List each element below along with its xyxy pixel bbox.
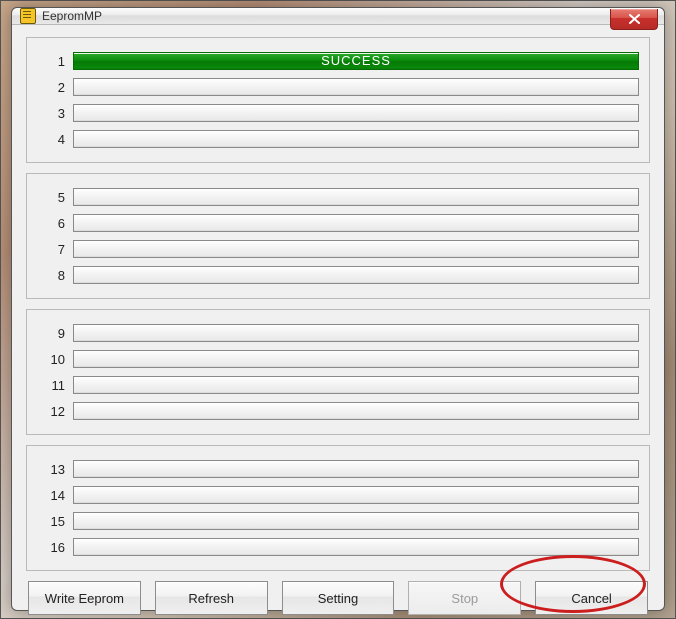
progress-bar bbox=[73, 266, 639, 284]
progress-bar bbox=[73, 538, 639, 556]
progress-bar bbox=[73, 214, 639, 232]
progress-bar bbox=[73, 188, 639, 206]
slot-number: 14 bbox=[37, 488, 73, 503]
slot-number: 13 bbox=[37, 462, 73, 477]
button-label: Write Eeprom bbox=[45, 591, 124, 606]
slot-row: 11 bbox=[37, 374, 639, 396]
button-label: Stop bbox=[451, 591, 478, 606]
slot-row: 9 bbox=[37, 322, 639, 344]
slot-row: 4 bbox=[37, 128, 639, 150]
client-area: 1SUCCESS2345678910111213141516 Write Eep… bbox=[12, 25, 664, 619]
button-label: Setting bbox=[318, 591, 358, 606]
button-label: Refresh bbox=[188, 591, 234, 606]
slot-row: 8 bbox=[37, 264, 639, 286]
slot-number: 8 bbox=[37, 268, 73, 283]
eeprom-mp-window: EepromMP 1SUCCESS2345678910111213141516 … bbox=[11, 7, 665, 611]
progress-bar bbox=[73, 402, 639, 420]
slot-group: 9 10 11 12 bbox=[26, 309, 650, 435]
progress-bar bbox=[73, 130, 639, 148]
slot-number: 7 bbox=[37, 242, 73, 257]
slot-number: 2 bbox=[37, 80, 73, 95]
desktop-background: EepromMP 1SUCCESS2345678910111213141516 … bbox=[0, 0, 676, 619]
slot-row: 3 bbox=[37, 102, 639, 124]
slot-number: 5 bbox=[37, 190, 73, 205]
slot-number: 10 bbox=[37, 352, 73, 367]
slot-group: 1SUCCESS234 bbox=[26, 37, 650, 163]
slot-number: 4 bbox=[37, 132, 73, 147]
slot-row: 16 bbox=[37, 536, 639, 558]
slot-row: 12 bbox=[37, 400, 639, 422]
slot-number: 12 bbox=[37, 404, 73, 419]
slot-number: 3 bbox=[37, 106, 73, 121]
slot-row: 7 bbox=[37, 238, 639, 260]
slot-number: 15 bbox=[37, 514, 73, 529]
progress-bar bbox=[73, 512, 639, 530]
slot-group: 13 14 15 16 bbox=[26, 445, 650, 571]
progress-bar bbox=[73, 486, 639, 504]
slot-row: 2 bbox=[37, 76, 639, 98]
window-title: EepromMP bbox=[42, 9, 102, 23]
titlebar[interactable]: EepromMP bbox=[12, 8, 664, 25]
progress-bar bbox=[73, 376, 639, 394]
slot-groups: 1SUCCESS2345678910111213141516 bbox=[26, 37, 650, 571]
progress-bar bbox=[73, 460, 639, 478]
progress-bar bbox=[73, 240, 639, 258]
slot-row: 5 bbox=[37, 186, 639, 208]
setting-button[interactable]: Setting bbox=[282, 581, 395, 615]
slot-number: 11 bbox=[37, 378, 73, 393]
progress-bar bbox=[73, 104, 639, 122]
stop-button: Stop bbox=[408, 581, 521, 615]
progress-bar bbox=[73, 324, 639, 342]
slot-group: 5 6 7 8 bbox=[26, 173, 650, 299]
slot-number: 9 bbox=[37, 326, 73, 341]
slot-row: 14 bbox=[37, 484, 639, 506]
slot-number: 6 bbox=[37, 216, 73, 231]
slot-number: 16 bbox=[37, 540, 73, 555]
button-row: Write Eeprom Refresh Setting Stop Cancel bbox=[26, 581, 650, 615]
close-icon bbox=[629, 14, 640, 24]
slot-row: 10 bbox=[37, 348, 639, 370]
progress-bar bbox=[73, 350, 639, 368]
slot-number: 1 bbox=[37, 54, 73, 69]
progress-bar-success: SUCCESS bbox=[73, 52, 639, 70]
refresh-button[interactable]: Refresh bbox=[155, 581, 268, 615]
app-icon bbox=[20, 8, 36, 24]
write-eeprom-button[interactable]: Write Eeprom bbox=[28, 581, 141, 615]
slot-row: 13 bbox=[37, 458, 639, 480]
close-button[interactable] bbox=[610, 9, 658, 30]
progress-bar bbox=[73, 78, 639, 96]
slot-row: 15 bbox=[37, 510, 639, 532]
cancel-button[interactable]: Cancel bbox=[535, 581, 648, 615]
slot-row: 6 bbox=[37, 212, 639, 234]
slot-row: 1SUCCESS bbox=[37, 50, 639, 72]
button-label: Cancel bbox=[571, 591, 611, 606]
